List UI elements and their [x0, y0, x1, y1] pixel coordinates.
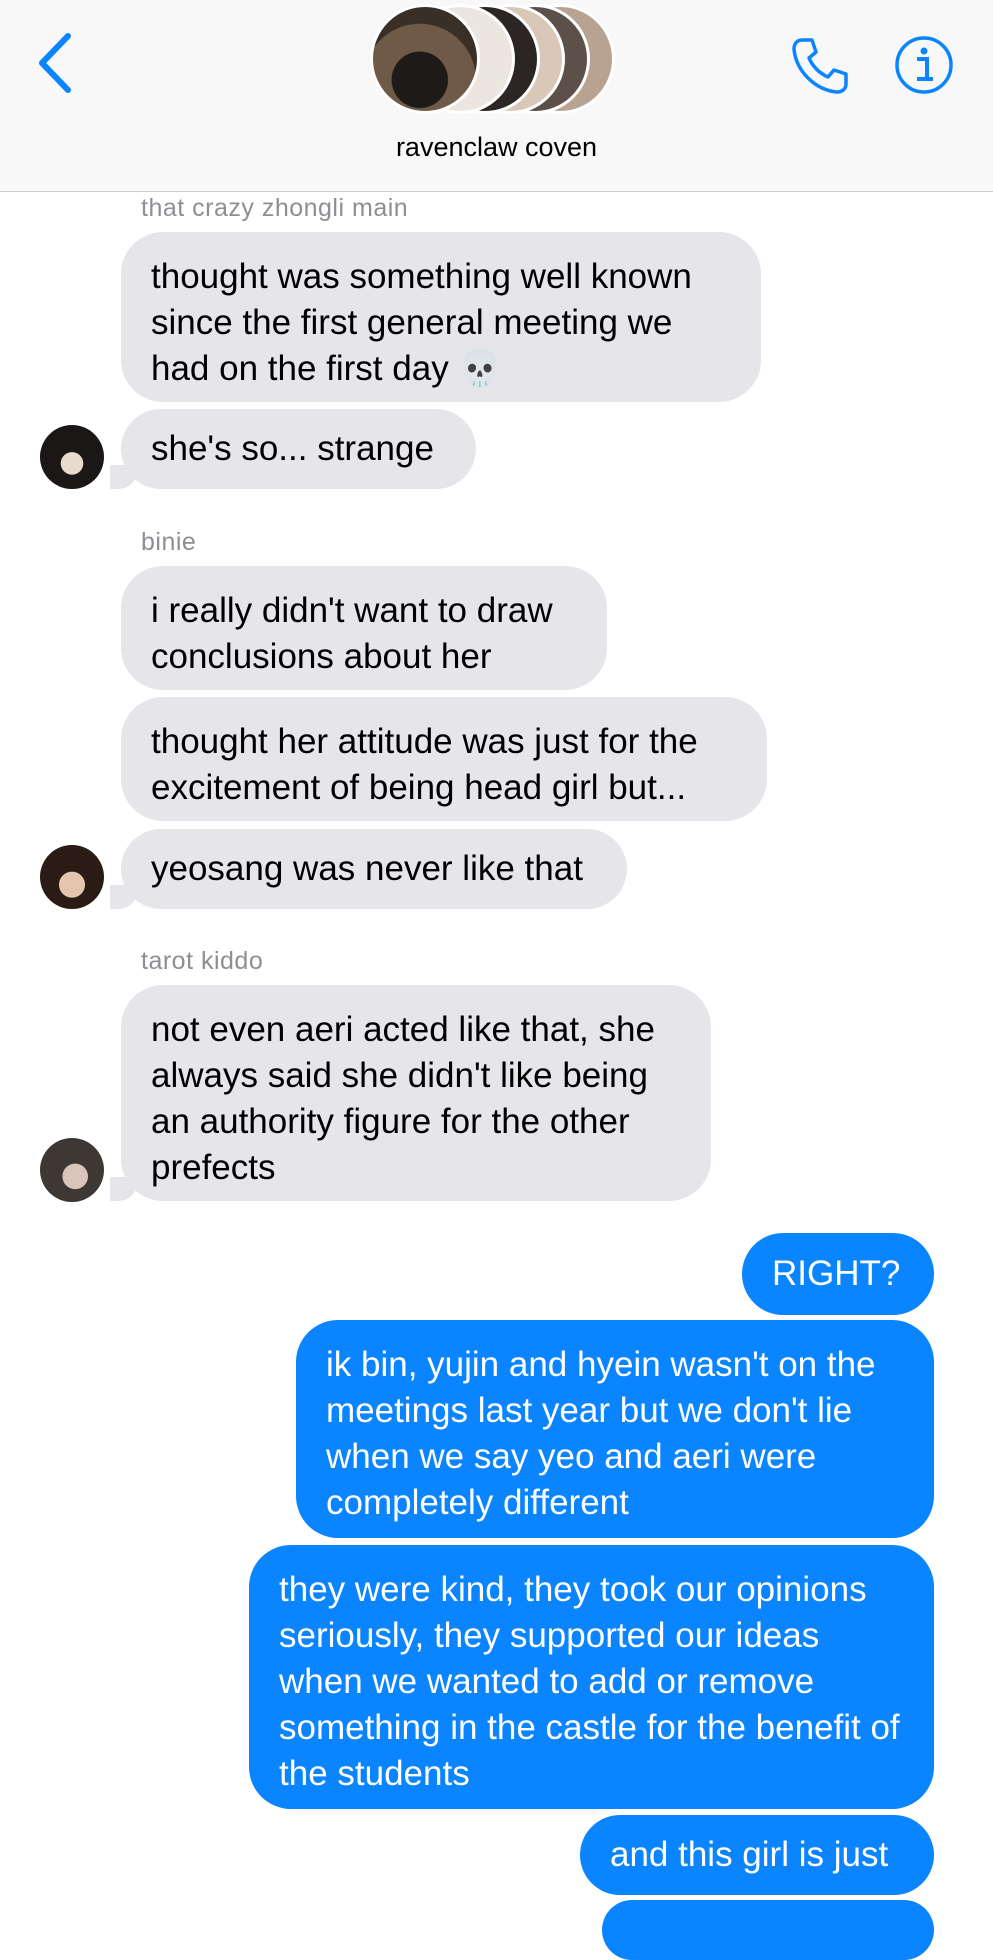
sender-name: that crazy zhongli main	[141, 194, 409, 222]
message-bubble[interactable]: i really didn't want to draw conclusions…	[121, 566, 607, 690]
info-icon[interactable]	[893, 34, 955, 96]
avatar[interactable]	[40, 1138, 104, 1202]
sender-name: tarot kiddo	[141, 947, 264, 975]
chevron-left-icon[interactable]	[32, 28, 82, 98]
avatar[interactable]	[40, 845, 104, 909]
message-bubble[interactable]: ik bin, yujin and hyein wasn't on the me…	[296, 1320, 934, 1538]
bubble-tail	[110, 465, 138, 489]
conversation-header: ravenclaw coven	[0, 0, 993, 192]
message-bubble[interactable]: she's so... strange	[121, 409, 476, 489]
message-bubble[interactable]: RIGHT?	[742, 1233, 934, 1315]
message-bubble[interactable]: yeosang was never like that	[121, 829, 627, 909]
sender-name: binie	[141, 528, 197, 556]
bubble-tail	[110, 1177, 138, 1201]
message-bubble[interactable]: they were kind, they took our opinions s…	[249, 1545, 934, 1809]
message-bubble[interactable]: and this girl is just	[580, 1815, 934, 1895]
group-name[interactable]: ravenclaw coven	[0, 132, 993, 163]
message-bubble[interactable]: thought her attitude was just for the ex…	[121, 697, 767, 821]
phone-icon[interactable]	[788, 34, 852, 98]
group-member-avatar	[370, 4, 480, 114]
message-bubble[interactable]: thought was something well known since t…	[121, 232, 761, 402]
message-bubble[interactable]: not even aeri acted like that, she alway…	[121, 985, 711, 1201]
bubble-tail	[110, 885, 138, 909]
avatar[interactable]	[40, 425, 104, 489]
group-avatar-stack[interactable]	[370, 4, 620, 116]
message-bubble-partial[interactable]	[602, 1900, 934, 1960]
